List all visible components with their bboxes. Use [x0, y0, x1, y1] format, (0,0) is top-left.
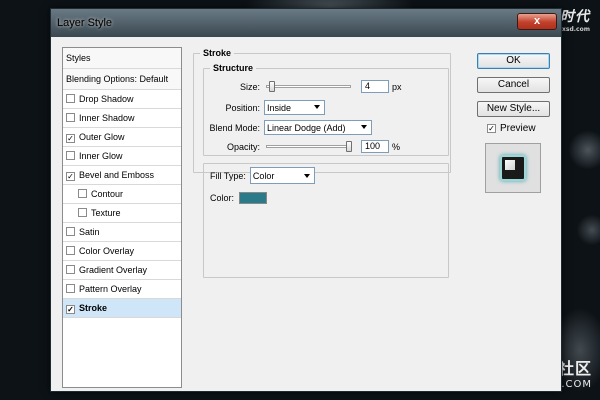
checkbox[interactable] — [66, 94, 75, 103]
checkbox[interactable]: ✓ — [66, 134, 75, 143]
checkbox[interactable]: ✓ — [66, 305, 75, 314]
color-swatch[interactable] — [239, 192, 268, 204]
checkbox[interactable] — [66, 284, 75, 293]
checkbox[interactable] — [66, 265, 75, 274]
position-value: Inside — [267, 102, 292, 113]
opacity-slider-thumb[interactable] — [346, 141, 352, 152]
close-button[interactable]: x — [517, 13, 557, 30]
size-slider-thumb[interactable] — [268, 81, 275, 92]
titlebar[interactable]: Layer Style — [51, 9, 561, 37]
opacity-input[interactable]: 100 — [361, 140, 389, 153]
style-item-pattern-overlay[interactable]: Pattern Overlay — [63, 280, 181, 299]
style-item-stroke[interactable]: ✓ Stroke — [63, 299, 181, 318]
size-input[interactable]: 4 — [361, 80, 389, 93]
blend-mode-label: Blend Mode: — [209, 122, 260, 133]
position-select[interactable]: Inside — [264, 100, 325, 115]
structure-title: Structure — [210, 63, 257, 73]
style-item-label: Bevel and Emboss — [79, 170, 155, 180]
checkbox[interactable] — [78, 208, 87, 217]
blend-mode-select[interactable]: Linear Dodge (Add) — [264, 120, 372, 135]
preview-checkbox[interactable]: ✓ — [487, 124, 496, 133]
size-row: Size: 4 px — [203, 80, 402, 93]
checkbox[interactable] — [66, 246, 75, 255]
opacity-label: Opacity: — [226, 141, 260, 152]
checkbox[interactable] — [66, 227, 75, 236]
style-item-color-overlay[interactable]: Color Overlay — [63, 242, 181, 261]
position-label: Position: — [225, 102, 260, 113]
opacity-slider[interactable] — [266, 141, 352, 152]
fill-type-select[interactable]: Color — [249, 167, 315, 184]
style-item-inner-glow[interactable]: Inner Glow — [63, 147, 181, 166]
style-item-label: Pattern Overlay — [79, 284, 142, 294]
style-item-drop-shadow[interactable]: Drop Shadow — [63, 90, 181, 109]
style-item-label: Color Overlay — [79, 246, 135, 256]
style-item-label: Texture — [91, 208, 121, 218]
checkbox[interactable] — [66, 151, 75, 160]
style-item-label: Stroke — [79, 303, 108, 313]
opacity-unit: % — [392, 141, 401, 152]
style-item-label: Inner Shadow — [79, 113, 135, 123]
preview-swatch — [500, 155, 526, 181]
preview-thumbnail — [485, 143, 541, 193]
preview-label: Preview — [500, 123, 536, 134]
size-unit: px — [392, 81, 402, 92]
styles-header[interactable]: Styles — [63, 48, 181, 69]
style-item-outer-glow[interactable]: ✓ Outer Glow — [63, 128, 181, 147]
style-item-label: Gradient Overlay — [79, 265, 148, 275]
chevron-down-icon — [303, 174, 310, 178]
window-title: Layer Style — [57, 17, 113, 29]
checkbox[interactable] — [78, 189, 87, 198]
style-item-label: Outer Glow — [79, 132, 125, 142]
style-item-gradient-overlay[interactable]: Gradient Overlay — [63, 261, 181, 280]
fill-type-label: Fill Type: — [210, 170, 246, 181]
dialog-client: Styles Blending Options: Default Drop Sh… — [51, 37, 561, 391]
style-item-satin[interactable]: Satin — [63, 223, 181, 242]
checkbox[interactable] — [66, 113, 75, 122]
preview-toggle[interactable]: ✓ Preview — [487, 123, 536, 134]
style-item-label: Drop Shadow — [79, 94, 134, 104]
size-slider[interactable] — [266, 81, 351, 92]
styles-list: Styles Blending Options: Default Drop Sh… — [62, 47, 182, 388]
blend-mode-value: Linear Dodge (Add) — [267, 122, 346, 133]
style-item-inner-shadow[interactable]: Inner Shadow — [63, 109, 181, 128]
stroke-section-title: Stroke — [200, 48, 235, 58]
style-item-contour[interactable]: Contour — [63, 185, 181, 204]
ok-button[interactable]: OK — [477, 53, 550, 69]
opacity-row: Opacity: 100 % — [203, 140, 400, 153]
stroke-panel: Stroke Structure Size: 4 px Position: In… — [193, 47, 451, 377]
style-item-label: Inner Glow — [79, 151, 123, 161]
layer-style-dialog: Layer Style x Styles Blending Options: D… — [50, 8, 562, 392]
style-item-label: Contour — [91, 189, 124, 199]
style-item-bevel-and-emboss[interactable]: ✓ Bevel and Emboss — [63, 166, 181, 185]
style-item-texture[interactable]: Texture — [63, 204, 181, 223]
chevron-down-icon — [314, 105, 320, 109]
position-row: Position: Inside — [203, 100, 325, 115]
color-row: Color: — [210, 192, 268, 204]
chevron-down-icon — [361, 125, 367, 129]
blending-options-item[interactable]: Blending Options: Default — [63, 69, 181, 90]
size-label: Size: — [239, 81, 260, 92]
fill-type-row: Fill Type: Color — [210, 167, 315, 184]
new-style-button[interactable]: New Style... — [477, 101, 550, 117]
checkbox[interactable]: ✓ — [66, 172, 75, 181]
cancel-button[interactable]: Cancel — [477, 77, 550, 93]
fill-type-value: Color — [252, 170, 275, 181]
color-label: Color: — [210, 193, 235, 203]
style-item-label: Satin — [79, 227, 100, 237]
blend-mode-row: Blend Mode: Linear Dodge (Add) — [203, 120, 372, 135]
